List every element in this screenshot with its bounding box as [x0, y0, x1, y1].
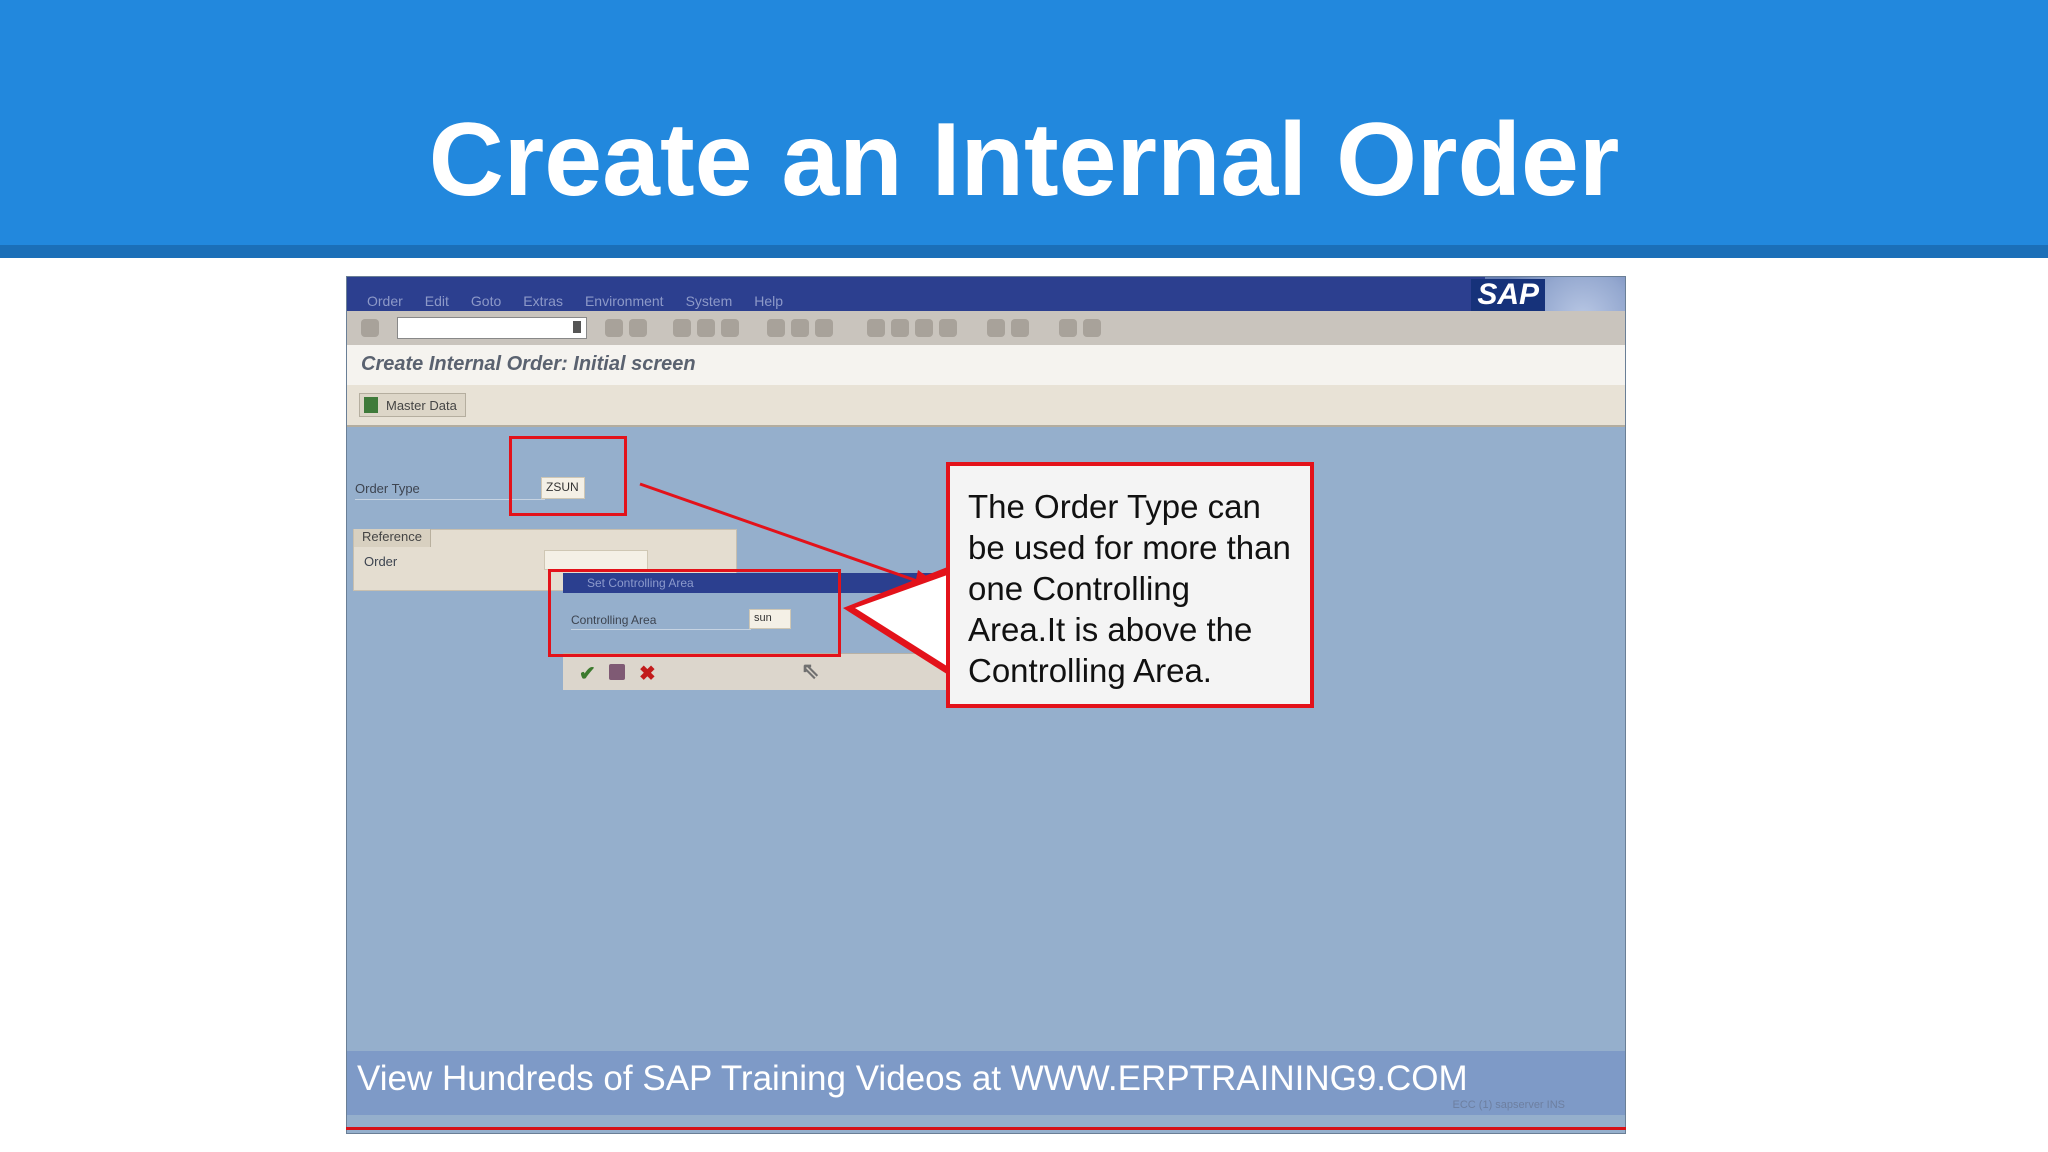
arrow-line-order-type: [639, 482, 921, 584]
explanation-callout: The Order Type can be used for more than…: [946, 462, 1314, 708]
callout-text: The Order Type can be used for more than…: [968, 488, 1291, 689]
